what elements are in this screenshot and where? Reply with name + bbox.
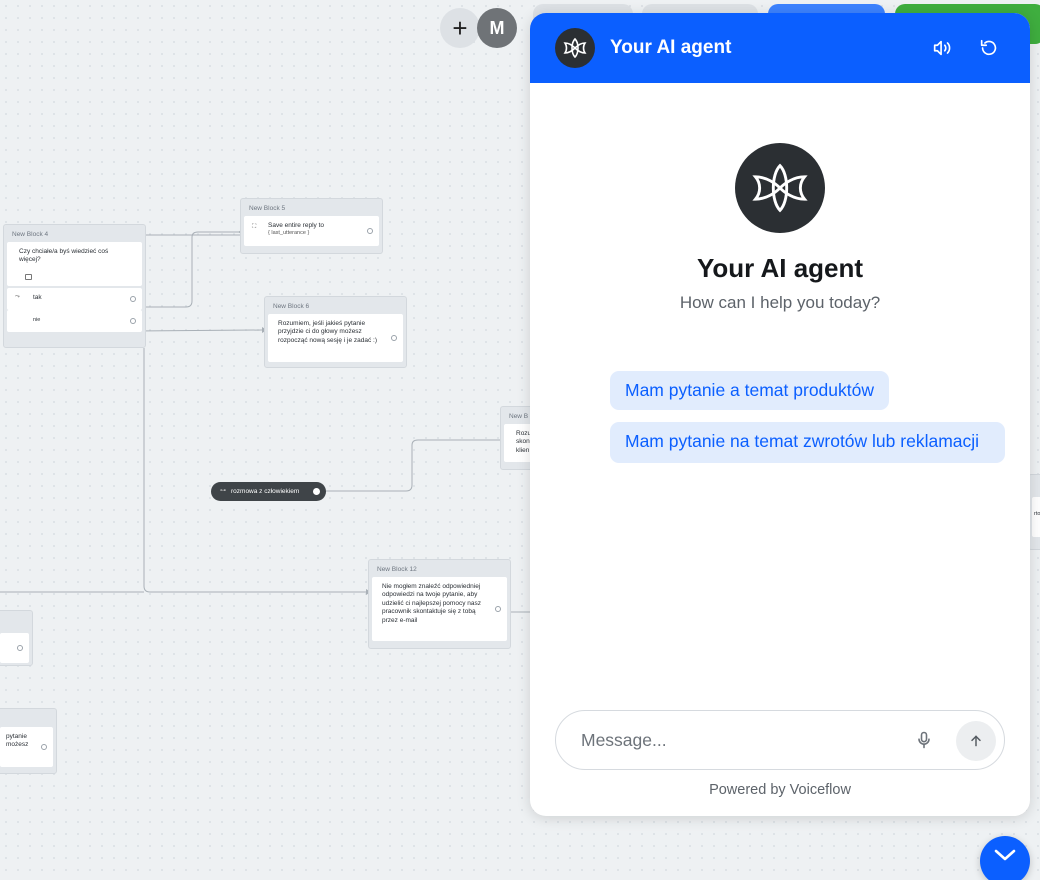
microphone-icon: [918, 731, 930, 749]
sound-toggle-button[interactable]: [930, 36, 954, 60]
add-button[interactable]: +: [440, 8, 480, 48]
block-title: New Block 5: [249, 205, 286, 212]
message-text-line: Rozu: [516, 430, 532, 437]
reset-icon: [980, 39, 997, 56]
flow-block-12[interactable]: New Block 12 Nie mogłem znaleźć odpowied…: [368, 559, 511, 649]
message-text-line: możesz: [6, 741, 29, 749]
powered-by-label: Powered by Voiceflow: [709, 782, 851, 798]
output-port[interactable]: [391, 335, 397, 341]
edge-text: rto: [1034, 511, 1040, 517]
choice-no-label: nie: [33, 317, 41, 323]
message-composer: [555, 710, 1005, 770]
block-title: New Block 12: [377, 566, 417, 573]
output-port[interactable]: [495, 606, 501, 612]
capture-step[interactable]: ⛶ Save entire reply to { last_utterance …: [244, 216, 379, 246]
block-title: New Block 4: [12, 231, 49, 238]
question-text: Czy chciałe/a byś wiedzieć coś więcej?: [19, 248, 109, 264]
message-text-line: pytanie: [6, 733, 27, 740]
block-step[interactable]: rto: [1032, 497, 1040, 537]
chat-header-title: Your AI agent: [610, 37, 732, 58]
handoff-icon: ⊶: [220, 488, 226, 494]
reset-button[interactable]: [977, 36, 1001, 60]
node-label: rozmowa z człowiekiem: [231, 488, 300, 495]
message-input[interactable]: [581, 711, 901, 769]
chat-bubble-icon: [25, 274, 32, 280]
flow-block-4[interactable]: New Block 4 Czy chciałe/a byś wiedzieć c…: [3, 224, 146, 348]
speaker-icon: [933, 40, 951, 56]
voiceflow-logo-icon: [555, 28, 595, 68]
avatar-initial: M: [489, 17, 505, 38]
chat-toggle-button[interactable]: [980, 836, 1030, 880]
message-step[interactable]: Rozumiem, jeśli jakieś pytanie przyjdzie…: [268, 314, 403, 362]
choice-yes-step[interactable]: ⤳ tak: [7, 288, 142, 310]
capture-text: Save entire reply to: [268, 222, 325, 229]
agent-logo-icon: [735, 143, 825, 233]
welcome-subtitle: How can I help you today?: [679, 293, 881, 312]
message-step[interactable]: pytanie możesz: [0, 727, 53, 767]
arrow-up-icon: [971, 735, 981, 747]
chat-widget: Your AI agent Your AI agent How can I he…: [530, 13, 1030, 816]
plus-icon: +: [452, 12, 468, 43]
capture-variable: { last_utterance }: [268, 230, 310, 237]
message-step[interactable]: Nie mogłem znaleźć odpowiedniej odpowied…: [372, 577, 507, 641]
chat-header: Your AI agent: [530, 13, 1030, 83]
chevron-down-icon: [994, 849, 1016, 861]
output-port[interactable]: [17, 645, 23, 651]
block-step-question[interactable]: Czy chciałe/a byś wiedzieć coś więcej?: [7, 242, 142, 286]
message-text: Nie mogłem znaleźć odpowiedniej odpowied…: [382, 583, 481, 624]
flow-block-5[interactable]: New Block 5 ⛶ Save entire reply to { las…: [240, 198, 383, 254]
block-step[interactable]: [0, 633, 29, 663]
choice-yes-label: tak: [33, 294, 42, 301]
choice-icon: ⤳: [15, 294, 20, 300]
quick-reply-products[interactable]: Mam pytanie a temat produktów: [610, 371, 890, 410]
flow-block-partial-left-2[interactable]: pytanie możesz: [0, 708, 57, 774]
message-text-line: skon: [516, 438, 530, 446]
flow-block-partial-left-1[interactable]: [0, 610, 33, 666]
send-button[interactable]: [956, 721, 996, 761]
choice-no-step[interactable]: nie: [7, 310, 142, 332]
block-title: New Block 6: [273, 303, 310, 310]
output-port[interactable]: [130, 296, 136, 302]
output-port[interactable]: [313, 488, 320, 495]
output-port[interactable]: [41, 744, 47, 750]
talk-to-human-node[interactable]: ⊶ rozmowa z człowiekiem: [211, 482, 326, 501]
microphone-button[interactable]: [912, 728, 936, 752]
flow-block-6[interactable]: New Block 6 Rozumiem, jeśli jakieś pytan…: [264, 296, 407, 368]
welcome-title: Your AI agent: [696, 253, 864, 283]
capture-icon: ⛶: [252, 224, 257, 230]
message-text: Rozumiem, jeśli jakieś pytanie przyjdzie…: [278, 320, 377, 344]
output-port[interactable]: [367, 228, 373, 234]
message-text-line: klien: [516, 446, 530, 454]
output-port[interactable]: [130, 318, 136, 324]
avatar[interactable]: M: [477, 8, 517, 48]
quick-reply-returns[interactable]: Mam pytanie na temat zwrotów lub reklama…: [610, 422, 1005, 463]
